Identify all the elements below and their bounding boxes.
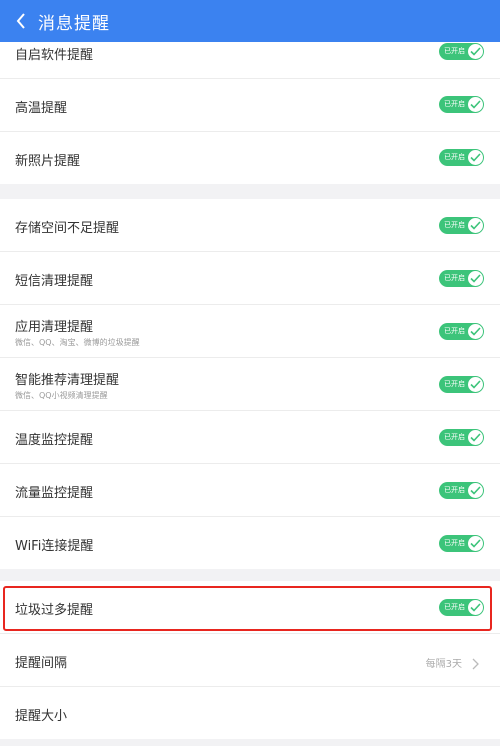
setting-row-new-photo[interactable]: 新照片提醒 已开启: [0, 132, 500, 184]
check-icon: [468, 430, 483, 445]
setting-row-sms[interactable]: 短信清理提醒 已开启: [0, 252, 500, 305]
setting-label: 新照片提醒: [15, 154, 81, 169]
setting-label: 应用清理提醒: [15, 320, 94, 335]
setting-row-interval[interactable]: 提醒间隔 每隔3天: [0, 634, 500, 687]
new-photo-toggle[interactable]: 已开启: [439, 149, 484, 166]
temp-monitor-toggle[interactable]: 已开启: [439, 429, 484, 446]
setting-row-traffic-monitor[interactable]: 流量监控提醒 已开启: [0, 464, 500, 517]
check-icon: [468, 377, 483, 392]
check-icon: [468, 218, 483, 233]
setting-label: 智能推荐清理提醒: [15, 373, 120, 388]
setting-label: 流量监控提醒: [15, 486, 94, 501]
setting-row-app-clean[interactable]: 应用清理提醒 微信、QQ、淘宝、微博的垃圾提醒 已开启: [0, 305, 500, 358]
setting-row-temp-monitor[interactable]: 温度监控提醒 已开启: [0, 411, 500, 464]
sms-toggle[interactable]: 已开启: [439, 270, 484, 287]
check-icon: [468, 271, 483, 286]
traffic-monitor-toggle[interactable]: 已开启: [439, 482, 484, 499]
setting-label: WiFi连接提醒: [15, 539, 94, 554]
setting-row-wifi[interactable]: WiFi连接提醒 已开启: [0, 517, 500, 569]
page-title: 消息提醒: [38, 13, 110, 34]
junk-toggle[interactable]: 已开启: [439, 599, 484, 616]
high-temp-toggle[interactable]: 已开启: [439, 96, 484, 113]
check-icon: [468, 97, 483, 112]
wifi-toggle[interactable]: 已开启: [439, 535, 484, 552]
setting-sublabel: 微信、QQ、淘宝、微博的垃圾提醒: [15, 338, 140, 347]
setting-label: 垃圾过多提醒: [15, 603, 94, 618]
check-icon: [468, 600, 483, 615]
setting-row-high-temp[interactable]: 高温提醒 已开启: [0, 79, 500, 132]
app-header: 消息提醒: [0, 0, 500, 42]
back-arrow-icon[interactable]: [16, 13, 30, 29]
setting-label: 温度监控提醒: [15, 433, 94, 448]
setting-label: 高温提醒: [15, 101, 68, 116]
setting-label: 自启软件提醒: [15, 48, 94, 63]
settings-group-1: 自启软件提醒 已开启 高温提醒 已开启 新照片提醒 已开启: [0, 26, 500, 184]
setting-row-storage[interactable]: 存储空间不足提醒 已开启: [0, 199, 500, 252]
settings-group-3: 垃圾过多提醒 已开启 提醒间隔 每隔3天 提醒大小: [0, 581, 500, 739]
setting-label: 提醒大小: [15, 709, 68, 724]
chevron-right-icon: [472, 655, 482, 670]
setting-row-junk[interactable]: 垃圾过多提醒 已开启: [0, 581, 500, 634]
check-icon: [468, 536, 483, 551]
setting-sublabel: 微信、QQ小视频清理提醒: [15, 391, 108, 400]
setting-row-size[interactable]: 提醒大小: [0, 687, 500, 739]
check-icon: [468, 44, 483, 59]
check-icon: [468, 150, 483, 165]
storage-toggle[interactable]: 已开启: [439, 217, 484, 234]
check-icon: [468, 483, 483, 498]
check-icon: [468, 324, 483, 339]
smart-clean-toggle[interactable]: 已开启: [439, 376, 484, 393]
setting-row-smart-clean[interactable]: 智能推荐清理提醒 微信、QQ小视频清理提醒 已开启: [0, 358, 500, 411]
interval-value: 每隔3天: [425, 659, 462, 670]
settings-group-2: 存储空间不足提醒 已开启 短信清理提醒 已开启 应用清理提醒 微信、QQ、淘宝、…: [0, 199, 500, 569]
setting-label: 提醒间隔: [15, 656, 68, 671]
autostart-toggle[interactable]: 已开启: [439, 43, 484, 60]
app-clean-toggle[interactable]: 已开启: [439, 323, 484, 340]
setting-label: 短信清理提醒: [15, 274, 94, 289]
setting-label: 存储空间不足提醒: [15, 221, 120, 236]
